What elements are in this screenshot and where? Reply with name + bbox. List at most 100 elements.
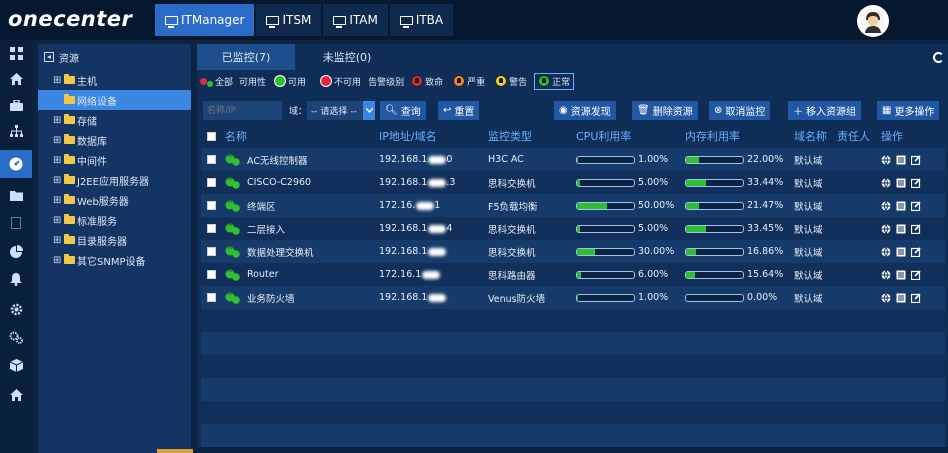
row-checkbox[interactable]	[207, 194, 216, 217]
row-checkbox[interactable]	[207, 148, 216, 171]
gear-icon[interactable]	[0, 296, 32, 322]
briefcase-icon[interactable]	[0, 92, 32, 118]
row-name[interactable]: 数据处理交换机	[247, 240, 314, 263]
refresh-icon[interactable]	[933, 52, 944, 63]
query-button[interactable]: 🔍︎ 查询	[380, 101, 426, 120]
header-mem[interactable]: 内存利用率	[685, 126, 740, 146]
collapse-icon[interactable]	[44, 52, 54, 62]
user-avatar[interactable]	[857, 5, 889, 37]
cube-icon[interactable]	[0, 352, 32, 378]
globe-icon[interactable]	[881, 200, 891, 211]
expand-icon[interactable]: ⊞	[53, 195, 62, 206]
tree-item-database[interactable]: ⊞ 数据库	[38, 130, 191, 150]
expand-icon[interactable]: ⊞	[53, 115, 62, 126]
edit-icon[interactable]	[911, 154, 921, 165]
tab-itam[interactable]: ITAM	[323, 4, 388, 36]
expand-icon[interactable]: ⊞	[53, 155, 62, 166]
table-row[interactable]: 终端区 172.16. 1 F5负载均衡 50.00% 21.47% 默认域	[201, 194, 945, 217]
row-name[interactable]: 终端区	[247, 194, 276, 217]
header-name[interactable]: 名称	[225, 126, 247, 146]
table-row[interactable]: AC无线控制器 192.168.1 0 H3C AC 1.00% 22.00% 默认域	[201, 148, 945, 171]
document-icon[interactable]	[0, 210, 32, 236]
legend-fatal[interactable]: 致命	[425, 75, 443, 88]
discover-button[interactable]: ◉ 资源发现	[554, 101, 616, 120]
expand-icon[interactable]: ⊞	[53, 235, 62, 246]
edit-icon[interactable]	[911, 177, 921, 188]
expand-icon[interactable]: ⊞	[53, 255, 62, 266]
table-row[interactable]: 数据处理交换机 192.168.1 思科交换机 30.00% 16.86% 默认域	[201, 240, 945, 263]
row-name[interactable]: 二层接入	[247, 217, 285, 240]
header-domain[interactable]: 域名称	[794, 126, 827, 146]
expand-icon[interactable]: ⊞	[53, 215, 62, 226]
list-icon[interactable]	[896, 155, 906, 165]
globe-icon[interactable]	[881, 177, 891, 188]
home-icon[interactable]	[0, 382, 32, 408]
tree-item-middleware[interactable]: ⊞ 中间件	[38, 150, 191, 170]
tree-item-host[interactable]: ⊞ 主机	[38, 70, 191, 90]
table-row[interactable]: 业务防火墙 192.168.1 Venus防火墙 1.00% 0.00% 默认域	[201, 286, 945, 309]
header-type[interactable]: 监控类型	[488, 126, 532, 146]
tab-itba[interactable]: ITBA	[389, 4, 454, 36]
row-name[interactable]: CISCO-C2960	[247, 171, 311, 194]
chevron-down-icon[interactable]	[363, 101, 375, 120]
tab-unmonitored[interactable]: 未监控(0)	[301, 44, 393, 70]
edit-icon[interactable]	[911, 292, 921, 303]
globe-icon[interactable]	[881, 223, 891, 234]
legend-warning[interactable]: 警告	[509, 75, 527, 88]
header-cpu[interactable]: CPU利用率	[576, 126, 631, 146]
tab-itsm[interactable]: ITSM	[256, 4, 322, 36]
grid-icon[interactable]	[0, 40, 32, 66]
table-row[interactable]: Router 172.16.1 思科路由器 6.00% 15.64% 默认域	[201, 263, 945, 286]
list-icon[interactable]	[896, 293, 906, 303]
expand-icon[interactable]: ⊞	[53, 175, 62, 186]
globe-icon[interactable]	[881, 269, 891, 280]
globe-icon[interactable]	[881, 154, 891, 165]
tree-item-other-snmp[interactable]: ⊞ 其它SNMP设备	[38, 250, 191, 270]
legend-severe[interactable]: 严重	[467, 75, 485, 88]
hierarchy-icon[interactable]	[0, 118, 32, 144]
legend-available[interactable]: 可用	[288, 75, 306, 88]
tab-monitored[interactable]: 已监控(7)	[197, 44, 295, 70]
tree-item-network-devices[interactable]: 网络设备	[38, 90, 191, 110]
row-checkbox[interactable]	[207, 286, 216, 309]
globe-icon[interactable]	[881, 292, 891, 303]
row-name[interactable]: Router	[247, 263, 278, 286]
globe-icon[interactable]	[881, 246, 891, 257]
row-name[interactable]: AC无线控制器	[247, 148, 307, 171]
tab-itmanager[interactable]: ITManager	[155, 4, 255, 36]
header-ip[interactable]: IP地址/域名	[379, 126, 437, 146]
tree-item-j2ee[interactable]: ⊞ J2EE应用服务器	[38, 170, 191, 190]
legend-all[interactable]: 全部	[215, 75, 233, 88]
edit-icon[interactable]	[911, 246, 921, 257]
move-group-button[interactable]: ＋移入资源组	[788, 101, 861, 120]
row-checkbox[interactable]	[207, 217, 216, 240]
list-icon[interactable]	[896, 201, 906, 211]
pie-chart-icon[interactable]	[0, 238, 32, 264]
more-actions-button[interactable]: ▦ 更多操作	[877, 101, 940, 120]
home-icon[interactable]	[0, 66, 32, 92]
select-all-checkbox[interactable]	[207, 126, 216, 146]
row-checkbox[interactable]	[207, 171, 216, 194]
edit-icon[interactable]	[911, 269, 921, 280]
edit-icon[interactable]	[911, 200, 921, 211]
table-row[interactable]: CISCO-C2960 192.168.1 .3 思科交换机 5.00% 33.44% 默认…	[201, 171, 945, 194]
tree-item-web-server[interactable]: ⊞ Web服务器	[38, 190, 191, 210]
row-checkbox[interactable]	[207, 240, 216, 263]
reset-button[interactable]: ↩ 重置	[438, 101, 480, 120]
list-icon[interactable]	[896, 224, 906, 234]
gauge-icon[interactable]	[0, 150, 32, 178]
domain-select[interactable]: -- 请选择 --	[307, 101, 375, 120]
search-input[interactable]	[203, 101, 282, 120]
expand-icon[interactable]: ⊞	[53, 135, 62, 146]
tree-item-standard-service[interactable]: ⊞ 标准服务	[38, 210, 191, 230]
table-row[interactable]: 二层接入 192.168.1 4 思科交换机 5.00% 33.45% 默认域	[201, 217, 945, 240]
legend-normal-box[interactable]: 正常	[534, 72, 575, 90]
list-icon[interactable]	[896, 178, 906, 188]
list-icon[interactable]	[896, 270, 906, 280]
row-name[interactable]: 业务防火墙	[247, 286, 295, 309]
list-icon[interactable]	[896, 247, 906, 257]
cancel-monitor-button[interactable]: ⊗ 取消监控	[709, 101, 771, 120]
legend-unavailable[interactable]: 不可用	[334, 75, 361, 88]
edit-icon[interactable]	[911, 223, 921, 234]
tree-item-directory-server[interactable]: ⊞ 目录服务器	[38, 230, 191, 250]
